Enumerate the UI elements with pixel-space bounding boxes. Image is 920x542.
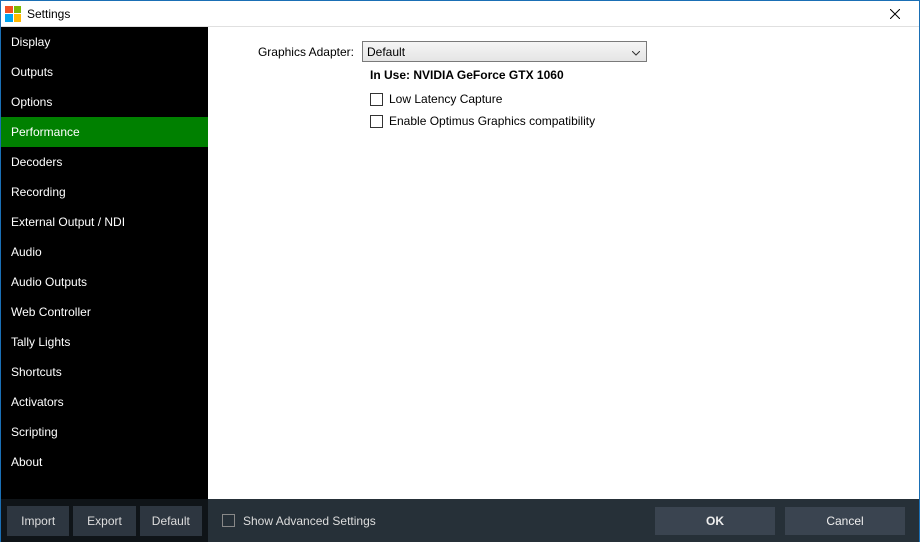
- cancel-button[interactable]: Cancel: [785, 507, 905, 535]
- sidebar-item-outputs[interactable]: Outputs: [1, 57, 208, 87]
- checkbox-box-icon: [222, 514, 235, 527]
- sidebar-item-display[interactable]: Display: [1, 27, 208, 57]
- low-latency-label: Low Latency Capture: [389, 92, 502, 106]
- sidebar-item-performance[interactable]: Performance: [1, 117, 208, 147]
- sidebar-item-audio[interactable]: Audio: [1, 237, 208, 267]
- sidebar-item-decoders[interactable]: Decoders: [1, 147, 208, 177]
- sidebar-item-label: Activators: [11, 395, 64, 409]
- app-icon: [5, 6, 21, 22]
- ok-button[interactable]: OK: [655, 507, 775, 535]
- checkbox-box-icon: [370, 93, 383, 106]
- sidebar-item-label: Scripting: [11, 425, 58, 439]
- sidebar-item-scripting[interactable]: Scripting: [1, 417, 208, 447]
- low-latency-checkbox[interactable]: Low Latency Capture: [370, 92, 895, 106]
- sidebar-item-label: Web Controller: [11, 305, 91, 319]
- main-panel: Graphics Adapter: Default In Use: NVIDIA…: [208, 27, 919, 499]
- footer: Import Export Default Show Advanced Sett…: [1, 499, 919, 542]
- sidebar-item-label: Shortcuts: [11, 365, 62, 379]
- in-use-row: In Use: NVIDIA GeForce GTX 1060: [370, 68, 895, 82]
- export-button[interactable]: Export: [73, 506, 135, 536]
- optimus-checkbox[interactable]: Enable Optimus Graphics compatibility: [370, 114, 895, 128]
- sidebar-item-label: Decoders: [11, 155, 62, 169]
- default-button[interactable]: Default: [140, 506, 202, 536]
- sidebar-item-external-output-ndi[interactable]: External Output / NDI: [1, 207, 208, 237]
- sidebar-item-about[interactable]: About: [1, 447, 208, 477]
- show-advanced-label: Show Advanced Settings: [243, 514, 376, 528]
- footer-right: Show Advanced Settings OK Cancel: [208, 499, 919, 542]
- window-title: Settings: [27, 7, 70, 21]
- chevron-down-icon: [632, 45, 640, 59]
- import-button[interactable]: Import: [7, 506, 69, 536]
- sidebar: Display Outputs Options Performance Deco…: [1, 27, 208, 499]
- sidebar-item-label: Tally Lights: [11, 335, 70, 349]
- graphics-adapter-value: Default: [367, 45, 405, 59]
- sidebar-item-label: External Output / NDI: [11, 215, 125, 229]
- sidebar-item-tally-lights[interactable]: Tally Lights: [1, 327, 208, 357]
- sidebar-item-activators[interactable]: Activators: [1, 387, 208, 417]
- graphics-adapter-label: Graphics Adapter:: [232, 45, 362, 59]
- close-button[interactable]: [875, 2, 915, 26]
- sidebar-item-label: Display: [11, 35, 50, 49]
- sidebar-item-label: Audio: [11, 245, 42, 259]
- sidebar-item-web-controller[interactable]: Web Controller: [1, 297, 208, 327]
- titlebar: Settings: [1, 1, 919, 27]
- in-use-prefix: In Use:: [370, 68, 413, 82]
- footer-left: Import Export Default: [1, 499, 208, 542]
- checkbox-box-icon: [370, 115, 383, 128]
- sidebar-item-audio-outputs[interactable]: Audio Outputs: [1, 267, 208, 297]
- sidebar-item-label: Recording: [11, 185, 66, 199]
- sidebar-item-label: Audio Outputs: [11, 275, 87, 289]
- sidebar-item-label: Performance: [11, 125, 80, 139]
- sidebar-item-label: About: [11, 455, 42, 469]
- sidebar-item-recording[interactable]: Recording: [1, 177, 208, 207]
- optimus-label: Enable Optimus Graphics compatibility: [389, 114, 595, 128]
- sidebar-item-label: Options: [11, 95, 52, 109]
- close-icon: [890, 9, 900, 19]
- sidebar-item-options[interactable]: Options: [1, 87, 208, 117]
- graphics-adapter-select[interactable]: Default: [362, 41, 647, 62]
- in-use-value: NVIDIA GeForce GTX 1060: [413, 68, 563, 82]
- sidebar-item-label: Outputs: [11, 65, 53, 79]
- sidebar-item-shortcuts[interactable]: Shortcuts: [1, 357, 208, 387]
- show-advanced-checkbox[interactable]: Show Advanced Settings: [222, 514, 376, 528]
